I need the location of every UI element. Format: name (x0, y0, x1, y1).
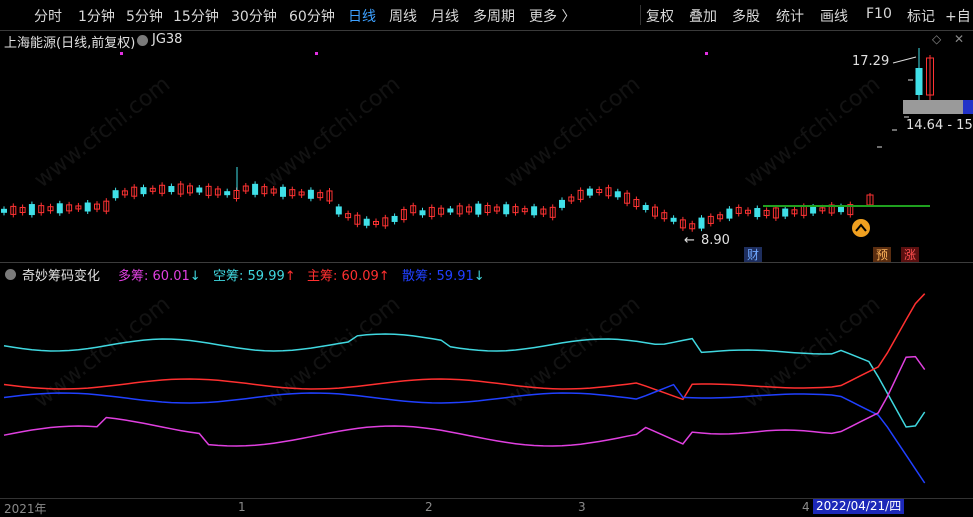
axis-label-month: 3 (578, 500, 586, 514)
candlestick (1, 208, 7, 213)
finance-badge[interactable]: 财 (744, 247, 762, 263)
candlestick (252, 183, 259, 195)
pane-divider (0, 262, 973, 263)
buy-signal-icon (852, 219, 870, 237)
candlestick (614, 191, 621, 198)
legend-kongchou: 空筹: 59.99↑ (213, 265, 296, 284)
candlestick (391, 215, 398, 222)
candlestick (531, 206, 538, 216)
legend-value: 59.99 (247, 269, 285, 284)
candlestick (168, 186, 175, 193)
candlestick (754, 208, 761, 218)
candlestick (335, 206, 342, 215)
forecast-badge[interactable]: 预 (873, 247, 891, 263)
candlestick (670, 217, 677, 222)
low-price-label: 8.90 (701, 233, 730, 248)
legend-zhuchou: 主筹: 60.09↑ (307, 265, 390, 284)
legend-label: 多筹: (118, 269, 149, 284)
axis-label-year: 2021年 (4, 502, 47, 516)
candlestick (140, 187, 147, 195)
candlestick (810, 206, 817, 214)
candlestick (419, 210, 426, 216)
high-price-label: 17.29 (852, 54, 890, 69)
limit-up-badge[interactable]: 涨 (901, 247, 919, 263)
price-box-marker (963, 100, 973, 114)
candlestick (475, 203, 482, 215)
candlestick (559, 199, 565, 208)
candlestick (28, 204, 35, 216)
legend-value: 59.91 (436, 269, 474, 284)
candlestick (280, 186, 286, 197)
legend-arrow: ↓ (473, 269, 485, 284)
signal-marker (705, 52, 708, 55)
legend-label: 散筹: (402, 269, 433, 284)
sanchou-line (3, 383, 926, 484)
legend-label: 主筹: (307, 269, 338, 284)
high-price-pointer (892, 56, 917, 64)
candlestick (726, 208, 733, 219)
candlestick (447, 208, 454, 213)
legend-sanchou: 散筹: 59.91↓ (402, 265, 485, 284)
cursor-date-tag: 2022/04/21/四 (813, 499, 905, 514)
candlestick (503, 204, 510, 215)
candlestick (698, 217, 705, 229)
candlestick (196, 187, 203, 193)
candlestick (642, 205, 649, 211)
candlestick (586, 188, 593, 196)
sub-indicator-name[interactable]: 奇妙筹码变化 (22, 265, 100, 284)
candlestick (915, 68, 923, 95)
signal-marker (315, 52, 318, 55)
candlestick (782, 208, 789, 217)
price-range-label: 14.64 - 15 (906, 118, 973, 133)
axis-label-month: 1 (238, 500, 246, 514)
candlestick (84, 202, 91, 212)
candlestick (56, 203, 63, 214)
signal-marker (120, 52, 123, 55)
axis-label-month: 4 (802, 500, 810, 514)
chart-canvas[interactable] (0, 0, 973, 514)
candlestick (307, 189, 314, 199)
candlestick (838, 206, 844, 213)
candlestick (112, 190, 119, 199)
legend-arrow: ↑ (378, 269, 390, 284)
legend-arrow: ↑ (284, 269, 296, 284)
price-box (903, 100, 973, 114)
legend-duochou: 多筹: 60.01↓ (118, 265, 201, 284)
legend-value: 60.01 (152, 269, 190, 284)
candlestick (224, 191, 231, 196)
legend-value: 60.09 (341, 269, 379, 284)
legend-arrow: ↓ (189, 269, 201, 284)
axis-label-month: 2 (425, 500, 433, 514)
low-price-arrow: ← (684, 233, 695, 248)
legend-label: 空筹: (213, 269, 244, 284)
candlestick (363, 218, 370, 226)
settings-circle-icon[interactable] (5, 269, 16, 280)
zhuchou-line (3, 293, 926, 401)
